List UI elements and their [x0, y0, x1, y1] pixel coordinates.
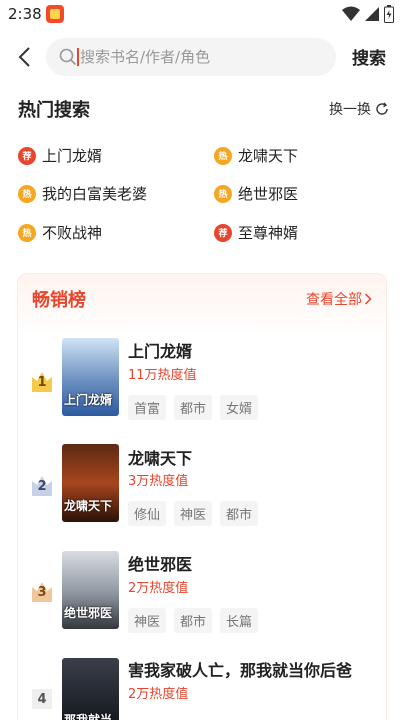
- hot-badge-icon: 热: [214, 184, 232, 203]
- see-all-link[interactable]: 查看全部: [306, 289, 372, 309]
- hot-badge-icon: 热: [18, 184, 36, 203]
- book-tag[interactable]: 首富: [128, 395, 167, 420]
- hot-badge-icon: 热: [18, 223, 36, 242]
- hot-search-label: 不败战神: [42, 224, 103, 242]
- book-tag[interactable]: 女婿: [220, 395, 259, 420]
- wifi-icon: [342, 6, 360, 21]
- hot-search-item[interactable]: 热 我的白富美老婆: [18, 183, 147, 204]
- book-row[interactable]: 4 那我就当 害我家破人亡，那我就当你后爸 2万热度值: [18, 656, 388, 720]
- rank-crown-icon: 1: [32, 372, 52, 392]
- refresh-label: 换一换: [329, 102, 371, 118]
- hot-search-label: 绝世邪医: [238, 185, 299, 203]
- signal-icon: [365, 7, 379, 21]
- book-tag[interactable]: 都市: [220, 501, 259, 526]
- book-tags: 修仙 神医 都市: [128, 501, 259, 526]
- rank-crown-icon: 3: [32, 582, 52, 602]
- book-row[interactable]: 3 绝世邪医 绝世邪医 2万热度值 神医 都市 长篇: [18, 550, 388, 650]
- book-tag[interactable]: 长篇: [220, 608, 259, 633]
- chevron-right-icon: [364, 293, 372, 305]
- back-arrow-icon: [18, 47, 30, 67]
- hot-search-item[interactable]: 热 绝世邪医: [214, 183, 298, 204]
- hot-search-item[interactable]: 热 不败战神: [18, 222, 102, 243]
- search-icon: [59, 48, 77, 66]
- hot-search-item[interactable]: 热 龙啸天下: [214, 145, 298, 166]
- book-row[interactable]: 1 上门龙婿 上门龙婿 11万热度值 首富 都市 女婿: [18, 336, 388, 436]
- bestseller-title: 畅销榜: [32, 290, 86, 311]
- book-row[interactable]: 2 龙啸天下 龙啸天下 3万热度值 修仙 神医 都市: [18, 443, 388, 543]
- book-tag[interactable]: 神医: [174, 501, 213, 526]
- book-cover[interactable]: 绝世邪医: [62, 551, 119, 629]
- rank-crown-icon: 2: [32, 476, 52, 496]
- book-title: 上门龙婿: [128, 342, 193, 361]
- refresh-icon: [376, 102, 388, 115]
- hot-search-item[interactable]: 荐 至尊神婿: [214, 222, 298, 243]
- book-cover[interactable]: 那我就当: [62, 658, 119, 720]
- book-tag[interactable]: 都市: [174, 608, 213, 633]
- book-cover[interactable]: 龙啸天下: [62, 444, 119, 522]
- book-heat: 2万热度值: [128, 581, 189, 596]
- recommend-badge-icon: 荐: [214, 223, 232, 242]
- text-cursor: [77, 48, 79, 66]
- book-tag[interactable]: 都市: [174, 395, 213, 420]
- cover-title-art: 上门龙婿: [64, 393, 113, 407]
- book-title: 绝世邪医: [128, 555, 193, 574]
- app-notification-icon: [46, 5, 64, 23]
- status-time: 2:38: [8, 5, 42, 23]
- book-heat: 2万热度值: [128, 687, 189, 702]
- book-heat: 3万热度值: [128, 474, 189, 489]
- cover-title-art: 那我就当: [64, 713, 113, 720]
- hot-search-label: 龙啸天下: [238, 147, 299, 165]
- cover-title-art: 龙啸天下: [64, 499, 113, 513]
- book-tags: 神医 都市 长篇: [128, 608, 259, 633]
- cover-title-art: 绝世邪医: [64, 606, 113, 620]
- bestseller-card: 畅销榜 查看全部 1 上门龙婿 上门龙婿 11万热度值 首富 都市 女婿 2 龙…: [17, 273, 387, 720]
- hot-search-label: 至尊神婿: [238, 224, 299, 242]
- book-heat: 11万热度值: [128, 368, 197, 383]
- search-box[interactable]: [46, 38, 336, 76]
- status-bar: 2:38: [0, 0, 404, 30]
- book-tags: 首富 都市 女婿: [128, 395, 259, 420]
- search-button[interactable]: 搜索: [352, 44, 386, 69]
- recommend-badge-icon: 荐: [18, 146, 36, 165]
- book-title: 害我家破人亡，那我就当你后爸: [128, 661, 353, 680]
- refresh-button[interactable]: 换一换: [329, 99, 389, 119]
- hot-search-item[interactable]: 荐 上门龙婿: [18, 145, 102, 166]
- hot-badge-icon: 热: [214, 146, 232, 165]
- see-all-label: 查看全部: [306, 292, 362, 308]
- hot-search-title: 热门搜索: [18, 100, 90, 121]
- search-input[interactable]: [80, 38, 330, 76]
- battery-icon: [384, 5, 394, 23]
- book-tag[interactable]: 修仙: [128, 501, 167, 526]
- status-icons: [342, 5, 394, 23]
- hot-search-label: 我的白富美老婆: [42, 185, 148, 203]
- back-button[interactable]: [12, 43, 36, 71]
- rank-badge: 4: [32, 689, 52, 709]
- hot-search-label: 上门龙婿: [42, 147, 103, 165]
- book-cover[interactable]: 上门龙婿: [62, 338, 119, 416]
- book-tag[interactable]: 神医: [128, 608, 167, 633]
- book-title: 龙啸天下: [128, 449, 193, 468]
